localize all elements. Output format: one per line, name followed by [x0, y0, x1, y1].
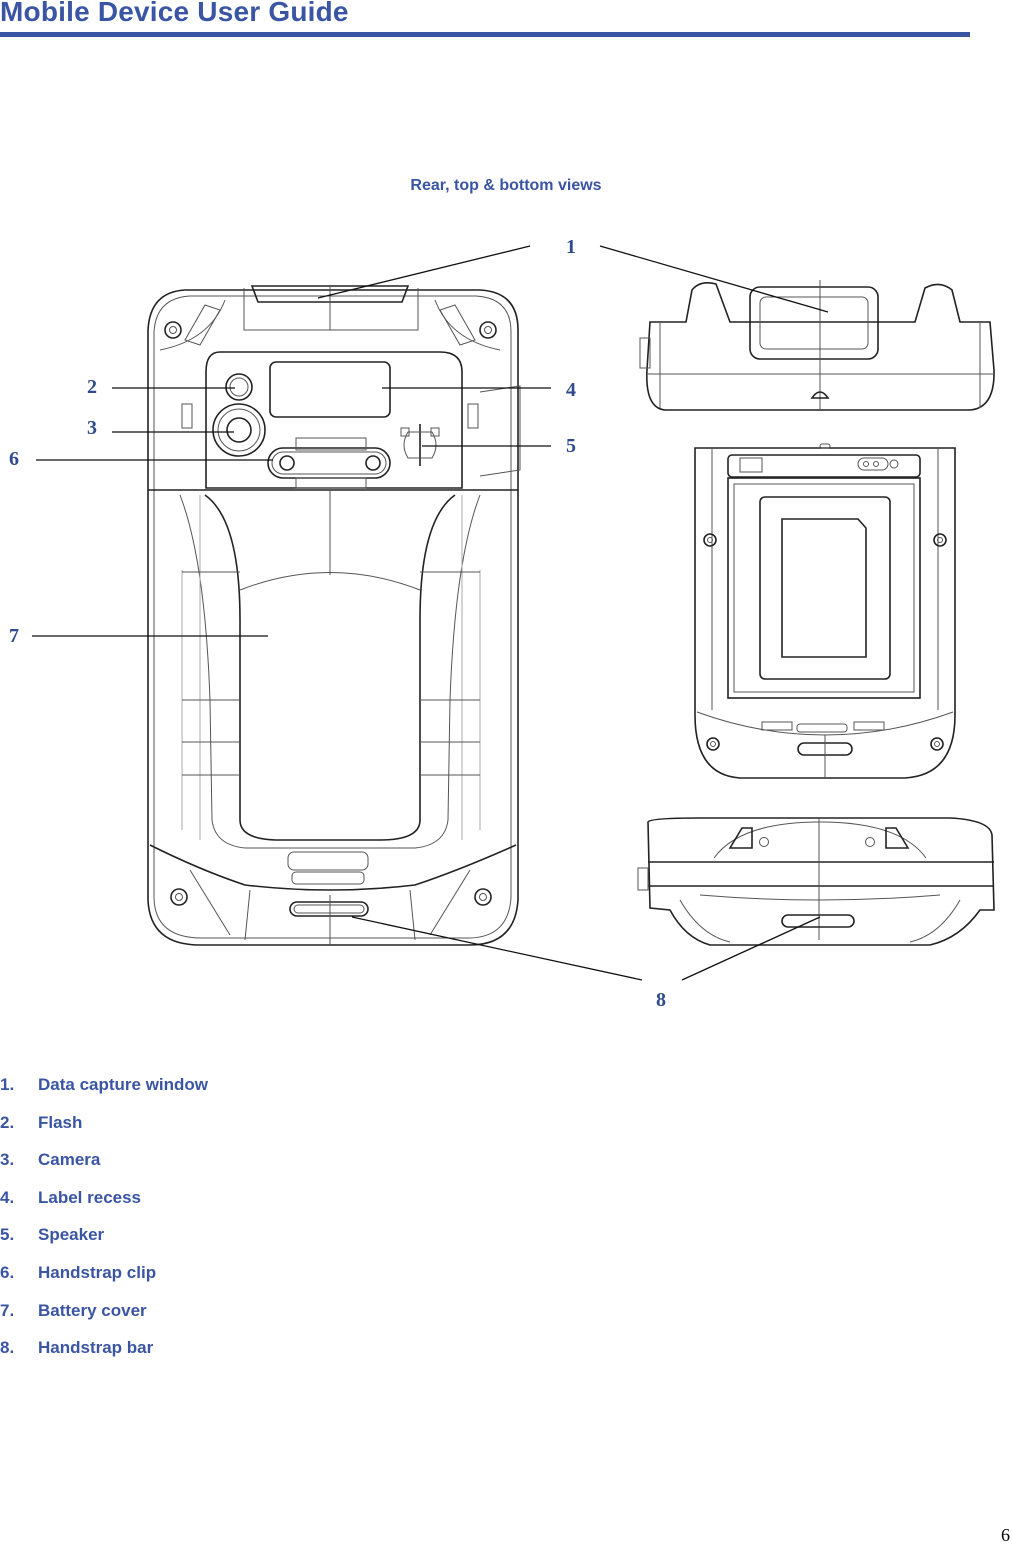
list-item-number: 3.: [0, 1150, 15, 1170]
list-item-number: 4.: [0, 1187, 15, 1207]
list-item: 4. Label recess: [0, 1188, 208, 1226]
list-item: 7. Battery cover: [0, 1301, 208, 1339]
callout-number: 5: [566, 435, 576, 457]
list-item-label: Handstrap clip: [38, 1262, 157, 1282]
camera-icon: [212, 403, 266, 457]
list-item: 3. Camera: [0, 1150, 208, 1188]
list-item: 6. Handstrap clip: [0, 1263, 208, 1301]
list-item-label: Label recess: [38, 1187, 142, 1207]
callout-number: 8: [656, 989, 666, 1011]
handstrap-bar-icon: [289, 901, 369, 917]
list-item: 5. Speaker: [0, 1225, 208, 1263]
flash-icon: [225, 373, 253, 401]
speaker-icon: [400, 424, 440, 466]
callout-number: 6: [9, 448, 19, 470]
list-item-label: Data capture window: [38, 1075, 209, 1094]
list-item-label: Speaker: [38, 1225, 105, 1245]
list-item: 2. Flash: [0, 1113, 208, 1151]
list-item-label: Flash: [38, 1112, 83, 1132]
list-item-number: 5.: [0, 1225, 15, 1245]
list-item: 8. Handstrap bar: [0, 1338, 208, 1376]
header-rule: [0, 32, 970, 37]
list-item-number: 8.: [0, 1338, 15, 1358]
figure-caption: Rear, top & bottom views: [410, 177, 602, 194]
parts-list: 1. Data capture window 2. Flash 3. Camera 4…: [0, 1075, 208, 1376]
handstrap-clip-icon: [267, 437, 391, 489]
list-item-number: 6.: [0, 1262, 15, 1282]
leader-lines: [32, 245, 829, 981]
device-diagram: 1 2 3 4 5 6 7 8: [0, 220, 1012, 1020]
callout-number: 7: [9, 625, 19, 647]
callout-number: 2: [87, 376, 97, 398]
bottom-view: [637, 817, 995, 946]
list-item-label: Camera: [38, 1150, 101, 1170]
rear-view: [147, 285, 521, 946]
screw-icon: [164, 321, 497, 906]
list-item: 1. Data capture window: [0, 1075, 208, 1113]
callout-number: 4: [566, 379, 576, 401]
top-view: [639, 280, 995, 411]
list-item-number: 1.: [0, 1075, 15, 1094]
callout-number: 3: [87, 417, 97, 439]
callout-number: 1: [566, 236, 576, 258]
battery-compartment-view: [694, 443, 956, 779]
list-item-label: Battery cover: [38, 1300, 147, 1320]
list-item-number: 7.: [0, 1300, 15, 1320]
list-item-number: 2.: [0, 1112, 15, 1132]
document-title: Mobile Device User Guide: [0, 0, 349, 27]
page-number: 6: [1001, 1525, 1010, 1545]
list-item-label: Handstrap bar: [38, 1338, 154, 1358]
